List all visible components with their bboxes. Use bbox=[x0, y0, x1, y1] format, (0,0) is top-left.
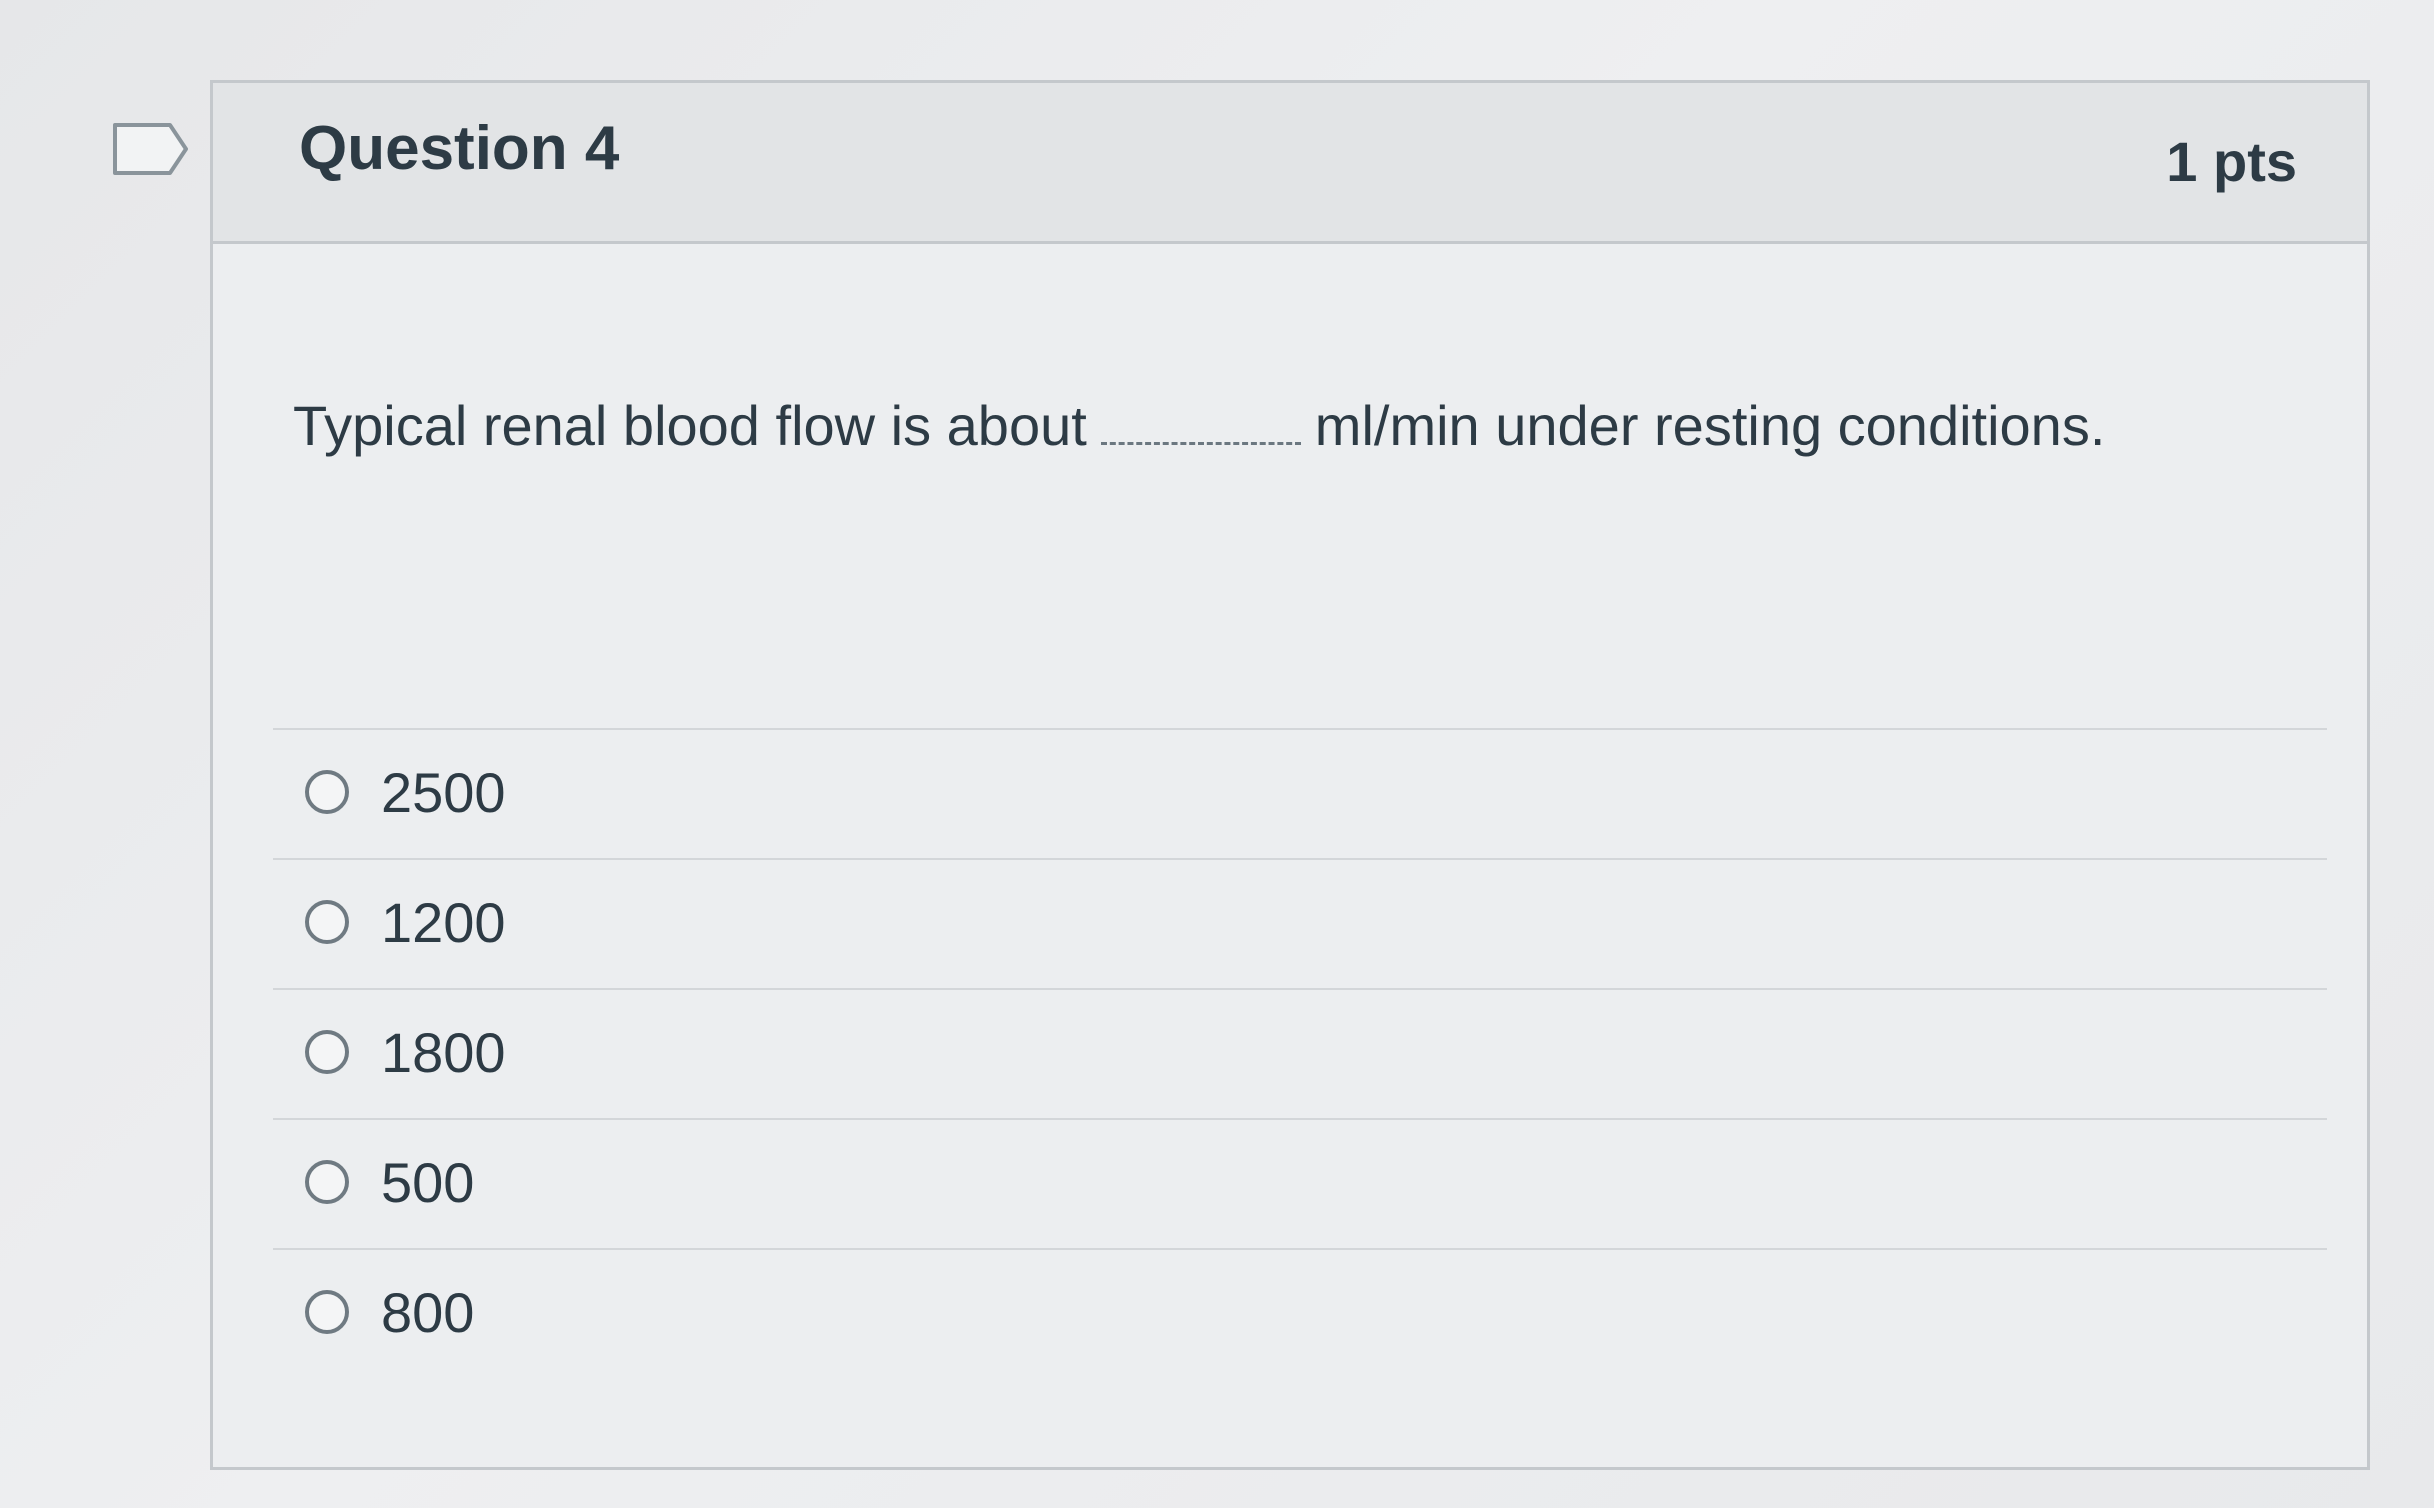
answer-option-800[interactable]: 800 bbox=[273, 1250, 2327, 1378]
question-text: Typical renal blood flow is about ml/min … bbox=[293, 393, 2105, 458]
answer-label: 2500 bbox=[381, 761, 506, 824]
answer-label: 500 bbox=[381, 1151, 475, 1214]
answer-option-1800[interactable]: 1800 bbox=[273, 990, 2327, 1120]
fill-in-blank bbox=[1100, 432, 1301, 445]
answer-label: 1800 bbox=[381, 1021, 506, 1084]
radio-button[interactable] bbox=[305, 1160, 349, 1204]
radio-button[interactable] bbox=[305, 900, 349, 944]
radio-button[interactable] bbox=[305, 770, 349, 814]
radio-button[interactable] bbox=[305, 1030, 349, 1074]
question-header: Question 4 1 pts bbox=[213, 83, 2367, 244]
answer-label: 800 bbox=[381, 1281, 475, 1344]
answer-option-500[interactable]: 500 bbox=[273, 1120, 2327, 1250]
question-title: Question 4 bbox=[299, 114, 620, 183]
answer-option-2500[interactable]: 2500 bbox=[273, 730, 2327, 860]
question-text-before: Typical renal blood flow is about bbox=[293, 394, 1087, 457]
answer-option-1200[interactable]: 1200 bbox=[273, 860, 2327, 990]
question-points: 1 pts bbox=[2166, 130, 2297, 193]
bookmark-flag-icon bbox=[113, 123, 188, 175]
answer-label: 1200 bbox=[381, 891, 506, 954]
question-card: Question 4 1 pts Typical renal blood flo… bbox=[210, 80, 2370, 1470]
flag-question-icon[interactable] bbox=[112, 122, 190, 176]
question-text-after: ml/min under resting conditions. bbox=[1314, 394, 2106, 457]
answer-list: 2500 1200 1800 500 800 bbox=[273, 728, 2327, 1378]
radio-button[interactable] bbox=[305, 1290, 349, 1334]
